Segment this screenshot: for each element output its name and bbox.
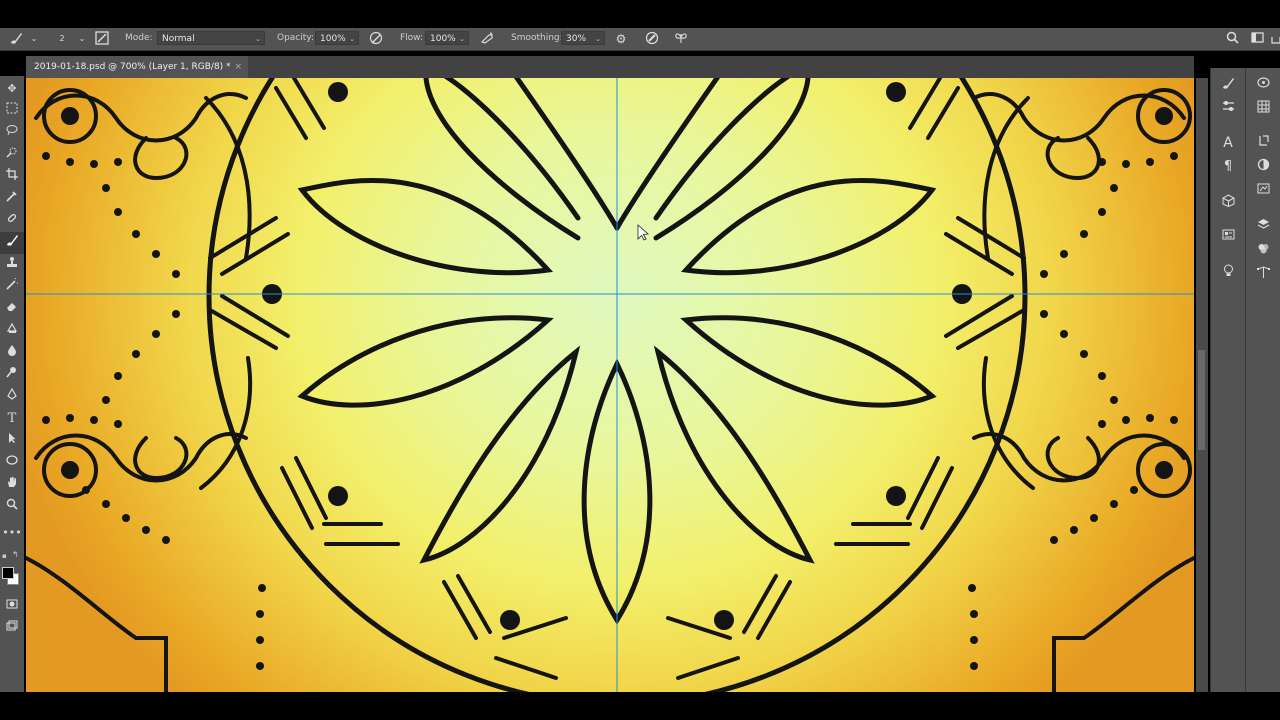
learn-panel-icon[interactable]	[1216, 262, 1240, 284]
chevron-down-icon: ⌄	[349, 35, 355, 43]
brush-icon[interactable]	[8, 31, 24, 47]
close-icon[interactable]: ×	[235, 62, 243, 72]
scrollbar-thumb[interactable]	[1198, 350, 1205, 450]
history-panel-icon[interactable]	[1251, 132, 1275, 154]
panel-dock-column-b	[1245, 68, 1280, 692]
libraries-panel-icon[interactable]	[1251, 180, 1275, 202]
document-tab[interactable]: 2019-01-18.psd @ 700% (Layer 1, RGB/8) *…	[26, 56, 249, 78]
gradient-tool-icon[interactable]	[0, 320, 24, 342]
chevron-down-icon: ⌄	[595, 35, 601, 43]
healing-tool-icon[interactable]	[0, 210, 24, 232]
mode-label: Mode:	[125, 33, 153, 43]
panel-dock-column-a: A ¶	[1210, 68, 1245, 692]
shape-tool-icon[interactable]	[0, 452, 24, 474]
mode-select[interactable]: Normal ⌄	[157, 31, 265, 45]
crop-tool-icon[interactable]	[0, 166, 24, 188]
share-icon[interactable]	[1268, 31, 1280, 47]
document-canvas[interactable]	[26, 78, 1194, 692]
smoothing-value: 30%	[566, 34, 587, 44]
opacity-input[interactable]: 100% ⌄	[315, 31, 359, 45]
mandala-artwork	[26, 78, 1194, 692]
blur-tool-icon[interactable]	[0, 342, 24, 364]
butterfly-icon[interactable]	[673, 31, 689, 47]
brushes-panel-icon[interactable]	[1216, 74, 1240, 96]
opacity-label: Opacity:	[277, 33, 314, 43]
adjustments-panel-icon[interactable]	[1251, 156, 1275, 178]
pen-tool-icon[interactable]	[0, 386, 24, 408]
window-bottom-bar	[0, 692, 1280, 720]
marquee-tool-icon[interactable]	[0, 100, 24, 122]
3d-panel-icon[interactable]	[1216, 192, 1240, 214]
search-icon[interactable]	[1224, 31, 1240, 47]
brush-settings-icon[interactable]	[94, 31, 110, 47]
properties-panel-icon[interactable]	[1216, 226, 1240, 248]
smoothing-label: Smoothing:	[511, 33, 563, 43]
quick-select-tool-icon[interactable]	[0, 144, 24, 166]
color-panel-icon[interactable]	[1251, 74, 1275, 96]
workspace-icon[interactable]	[1249, 31, 1265, 47]
quick-mask-icon[interactable]	[0, 596, 24, 618]
eraser-tool-icon[interactable]	[0, 298, 24, 320]
foreground-color-swatch[interactable]	[2, 567, 14, 579]
pressure-opacity-icon[interactable]	[368, 31, 384, 47]
channels-panel-icon[interactable]	[1251, 240, 1275, 262]
stamp-tool-icon[interactable]	[0, 254, 24, 276]
character-panel-icon[interactable]: A	[1216, 132, 1240, 154]
swap-colors-icon[interactable]: ↰	[12, 550, 19, 559]
opacity-value: 100%	[320, 34, 346, 44]
window-top-bar	[0, 0, 1280, 28]
mode-value: Normal	[162, 34, 195, 44]
move-tool-icon[interactable]: ✥	[0, 78, 24, 100]
zoom-tool-icon[interactable]	[0, 496, 24, 518]
brush-size-preview[interactable]: 2	[54, 31, 70, 47]
smoothing-input[interactable]: 30% ⌄	[561, 31, 605, 45]
hand-tool-icon[interactable]	[0, 474, 24, 496]
chevron-down-icon: ⌄	[459, 35, 465, 43]
flow-label: Flow:	[400, 33, 424, 43]
chevron-down-icon[interactable]: ⌄	[26, 31, 42, 47]
path-select-tool-icon[interactable]	[0, 430, 24, 452]
brush-settings-panel-icon[interactable]	[1216, 98, 1240, 120]
brush-tool-icon[interactable]	[0, 232, 24, 254]
more-tools-icon[interactable]: •••	[0, 522, 24, 544]
mouse-cursor-icon	[637, 224, 649, 241]
flow-value: 100%	[430, 34, 456, 44]
dodge-tool-icon[interactable]	[0, 364, 24, 386]
default-colors-icon[interactable]: ▪	[2, 552, 7, 560]
swatches-panel-icon[interactable]	[1251, 98, 1275, 120]
paragraph-panel-icon[interactable]: ¶	[1216, 156, 1240, 178]
lasso-tool-icon[interactable]	[0, 122, 24, 144]
history-brush-tool-icon[interactable]	[0, 276, 24, 298]
options-bar: ⌄ 2 ⌄ Mode: Normal ⌄ Opacity: 100% ⌄ Flo…	[0, 28, 1280, 51]
chevron-down-icon[interactable]: ⌄	[74, 31, 90, 47]
pressure-size-icon[interactable]	[644, 31, 660, 47]
flow-input[interactable]: 100% ⌄	[425, 31, 469, 45]
eyedropper-tool-icon[interactable]	[0, 188, 24, 210]
mandala-scrolls	[26, 88, 1194, 692]
tools-panel: ✥ T ••• ▪ ↰	[0, 76, 24, 692]
layers-panel-icon[interactable]	[1251, 216, 1275, 238]
chevron-down-icon: ⌄	[255, 35, 261, 43]
paths-panel-icon[interactable]	[1251, 264, 1275, 286]
document-tab-title: 2019-01-18.psd @ 700% (Layer 1, RGB/8) *	[34, 62, 231, 72]
gear-icon[interactable]: ⚙	[613, 31, 629, 47]
airbrush-icon[interactable]	[479, 31, 495, 47]
type-tool-icon[interactable]: T	[0, 408, 24, 430]
screen-mode-icon[interactable]	[0, 618, 24, 640]
